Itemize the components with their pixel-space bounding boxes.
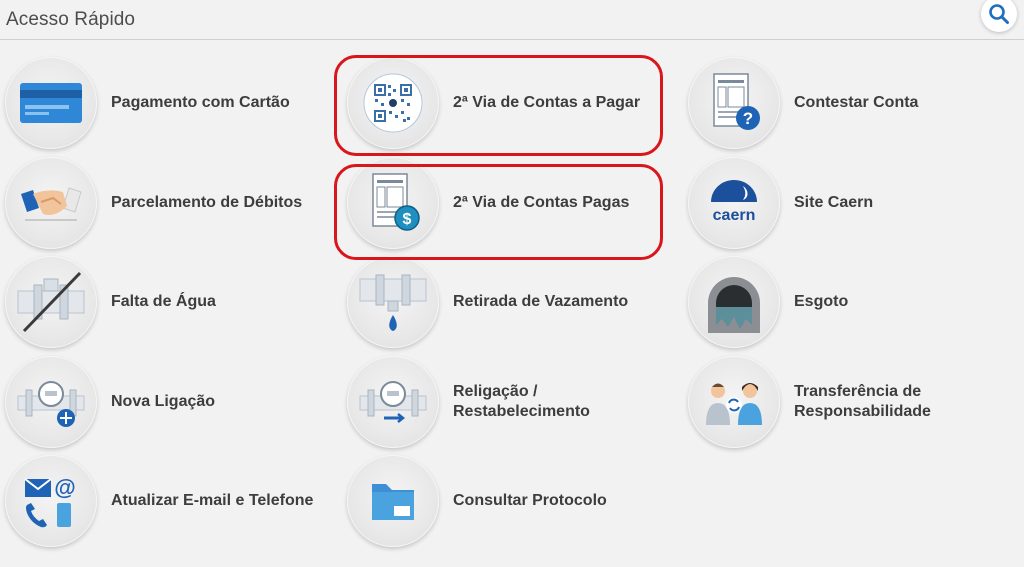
tile-label: Religação / Restabelecimento <box>453 383 590 420</box>
tile-label: Site Caern <box>794 194 874 211</box>
qr-code-icon <box>363 73 423 133</box>
tile-label: Parcelamento de Débitos <box>111 194 303 211</box>
tile-parcelamento-de-debitos[interactable]: Parcelamento de Débitos <box>5 157 325 253</box>
meter-reconnect-icon <box>359 381 427 423</box>
svg-text:?: ? <box>743 109 753 128</box>
bill-paid-icon: $ <box>372 173 420 231</box>
quick-access-header: Acesso Rápido <box>0 0 1024 40</box>
sewer-icon <box>708 277 760 333</box>
tile-label: 2ª Via de Contas Pagas <box>453 194 630 211</box>
tile-site-caern[interactable]: caern Site Caern <box>688 157 1008 253</box>
tile-contestar-conta[interactable]: ? Contestar Conta <box>688 57 1008 153</box>
tile-retirada-de-vazamento[interactable]: Retirada de Vazamento <box>347 256 667 352</box>
tile-atualizar-email-telefone[interactable]: @ Atualizar E-mail e Telefone <box>5 455 325 551</box>
tile-transferencia-de-responsabilidade[interactable]: Transferência de Responsabilidade <box>688 356 1008 452</box>
tile-label: Contestar Conta <box>794 94 919 111</box>
tile-label: Transferência de Responsabilidade <box>794 383 931 420</box>
tile-label: Nova Ligação <box>111 393 216 410</box>
svg-text:$: $ <box>403 211 412 228</box>
caern-logo-text: caern <box>713 207 756 224</box>
bill-question-icon: ? <box>713 73 760 130</box>
meter-add-icon <box>17 381 85 427</box>
email-phone-icon: @ <box>24 475 76 528</box>
tile-label: Consultar Protocolo <box>453 492 607 509</box>
tile-label: Retirada de Vazamento <box>453 293 629 310</box>
tile-label: Pagamento com Cartão <box>111 94 290 111</box>
handshake-icon <box>21 187 82 221</box>
tile-falta-de-agua[interactable]: Falta de Água <box>5 256 325 352</box>
tile-pagamento-com-cartao[interactable]: Pagamento com Cartão <box>5 57 325 153</box>
tile-religacao-restabelecimento[interactable]: Religação / Restabelecimento <box>347 356 667 452</box>
tile-label: Atualizar E-mail e Telefone <box>111 492 314 509</box>
tile-label: 2ª Via de Contas a Pagar <box>453 94 641 111</box>
svg-text:@: @ <box>54 475 75 500</box>
credit-card-icon <box>20 83 82 123</box>
people-transfer-icon <box>706 383 762 425</box>
tile-label: Esgoto <box>794 293 849 310</box>
tile-consultar-protocolo[interactable]: Consultar Protocolo <box>347 455 667 551</box>
folder-icon <box>372 484 414 520</box>
no-water-pipe-icon <box>17 271 85 333</box>
caern-logo-icon: caern <box>711 180 757 224</box>
tile-2via-contas-a-pagar[interactable]: 2ª Via de Contas a Pagar <box>347 57 667 153</box>
search-icon <box>989 4 1009 24</box>
page-title: Acesso Rápido <box>6 9 136 30</box>
tile-2via-contas-pagas[interactable]: $ 2ª Via de Contas Pagas <box>347 157 667 253</box>
tile-esgoto[interactable]: Esgoto <box>688 256 1008 352</box>
tile-label: Falta de Água <box>111 293 216 310</box>
tile-nova-ligacao[interactable]: Nova Ligação <box>5 356 325 452</box>
leak-pipe-icon <box>359 274 427 331</box>
